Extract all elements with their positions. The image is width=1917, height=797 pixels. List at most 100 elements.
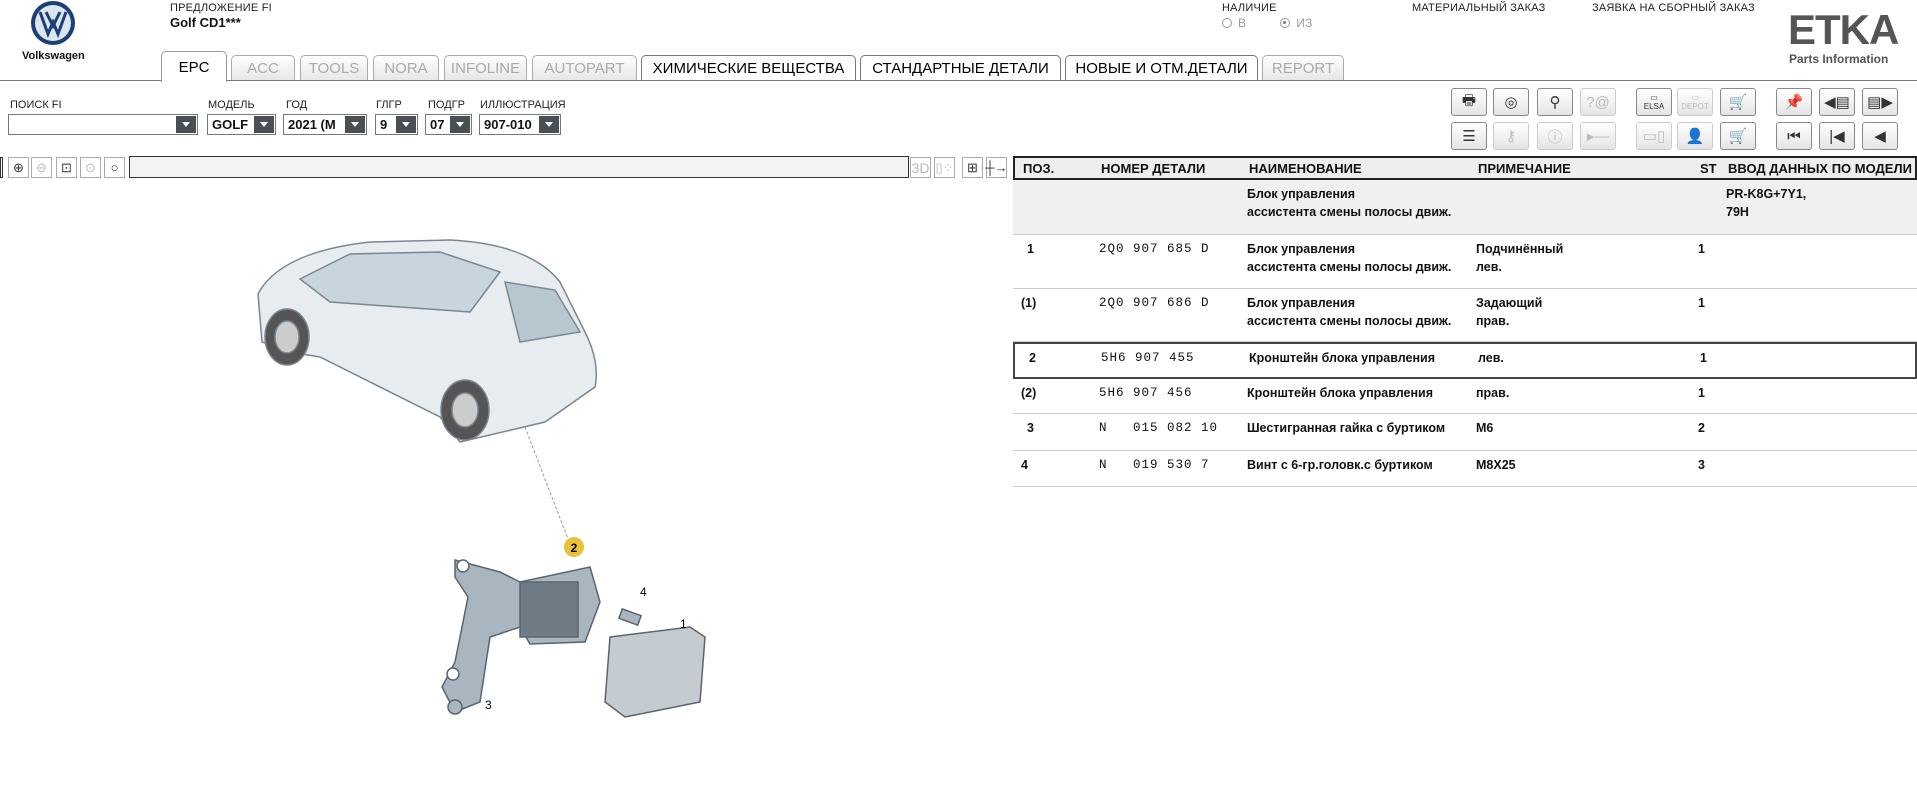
zoom-fit-button[interactable]: ○ [104, 157, 125, 178]
leader-line [524, 426, 569, 540]
cart-transfer-button[interactable]: 🛒 [1720, 88, 1756, 116]
key-button[interactable]: ⚷ [1493, 122, 1529, 150]
zoom-out-button[interactable]: ⊖ [31, 157, 52, 178]
table-row[interactable]: 3 N 015 082 10 Шестигранная гайка с буртик… [1013, 414, 1917, 451]
main-group-select[interactable]: 9 [375, 114, 418, 135]
callout-2[interactable]: 2 [571, 541, 578, 555]
chevron-down-icon[interactable] [176, 116, 196, 133]
part-number[interactable]: 5H6 907 455 [1101, 349, 1195, 367]
user-doc-button[interactable]: 👤 [1677, 122, 1713, 150]
back-button[interactable]: ◀ [1862, 122, 1898, 150]
tab-nora[interactable]: NORA [373, 55, 439, 81]
part-number[interactable]: 2Q0 907 685 D [1099, 240, 1210, 258]
header-note[interactable]: ПРИМЕЧАНИЕ [1478, 161, 1571, 176]
pin-icon: 📌 [1784, 94, 1804, 111]
table-row[interactable]: 4 N 019 530 7 Винт с 6-гр.головк.с буртико… [1013, 451, 1917, 487]
tab-acc[interactable]: ACC [231, 55, 295, 81]
name-line: Винт с 6-гр.головк.с буртиком [1247, 458, 1433, 472]
zoom-in-button[interactable]: ⊕ [8, 157, 29, 178]
cart-icon: 🛒 [1728, 128, 1748, 145]
part-name: Блок управления ассистента смены полосы д… [1247, 294, 1451, 330]
part-number[interactable]: N 019 530 7 [1099, 456, 1210, 474]
chevron-down-icon[interactable] [450, 116, 470, 133]
user-doc-icon: 👤 [1685, 128, 1705, 145]
header-model-data[interactable]: ВВОД ДАННЫХ ПО МОДЕЛИ [1728, 161, 1912, 176]
chevron-down-icon[interactable] [254, 116, 274, 133]
note-line: прав. [1476, 386, 1510, 400]
tab-new-parts[interactable]: НОВЫЕ И ОТМ.ДЕТАЛИ [1065, 55, 1258, 81]
tab-tools[interactable]: TOOLS [300, 55, 368, 81]
layout-button[interactable]: ⊞ [962, 157, 983, 178]
assembly-order-link[interactable]: ЗАЯВКА НА СБОРНЫЙ ЗАКАЗ [1592, 2, 1755, 14]
pin-button[interactable]: 📌 [1776, 88, 1812, 116]
name-line: Кронштейн блока управления [1247, 386, 1434, 400]
year-select[interactable]: 2021 (M [283, 114, 367, 135]
viewer-search-input[interactable] [129, 156, 909, 178]
illustration-label: ИЛЛЮСТРАЦИЯ [480, 99, 566, 111]
material-order-link[interactable]: МАТЕРИАЛЬНЫЙ ЗАКАЗ [1412, 2, 1545, 14]
tyre-button[interactable]: ◎ [1493, 88, 1529, 116]
print-button[interactable]: 🖶 [1451, 88, 1487, 116]
table-info-row[interactable]: Блок управления ассистента смены полосы д… [1013, 180, 1917, 235]
tyre-icon: ◎ [1504, 94, 1518, 111]
select-value: GOLF [212, 117, 249, 132]
select-value: 2021 (M [288, 117, 336, 132]
table-row[interactable]: (1) 2Q0 907 686 D Блок управления ассистент… [1013, 289, 1917, 342]
parts-illustration[interactable]: 2 1 3 4 [0, 182, 1010, 797]
prev-page-button[interactable]: ◀▤ [1819, 88, 1855, 116]
callout-4[interactable]: 4 [640, 585, 647, 599]
tab-infoline[interactable]: INFOLINE [444, 55, 527, 81]
depot-button[interactable]: ▭ DEPOT [1677, 88, 1713, 116]
radio-label: В [1238, 16, 1247, 30]
header-st[interactable]: ST [1700, 161, 1717, 176]
model-select[interactable]: GOLF [207, 114, 276, 135]
monitor-icon: ▭ [1650, 93, 1658, 102]
export-grid-icon: ▯⁘ [935, 159, 954, 175]
table-row[interactable]: 2 5H6 907 455 Кронштейн блока управления ле… [1013, 342, 1917, 379]
callout-1[interactable]: 1 [680, 617, 687, 631]
offer-value: Golf CD1*** [170, 15, 241, 30]
table-row[interactable]: 1 2Q0 907 685 D Блок управления ассистента … [1013, 235, 1917, 289]
chevron-down-icon[interactable] [345, 116, 365, 133]
tab-epc[interactable]: EPC [161, 51, 227, 82]
availability-radio-out[interactable]: ИЗ [1280, 16, 1312, 30]
chevron-down-icon[interactable] [539, 116, 559, 133]
cart-button[interactable]: 🛒 [1720, 122, 1756, 150]
part-number[interactable]: 5H6 907 456 [1099, 384, 1193, 402]
table-row[interactable]: (2) 5H6 907 456 Кронштейн блока управления… [1013, 379, 1917, 414]
chevron-down-icon[interactable] [396, 116, 416, 133]
callout-3[interactable]: 3 [485, 698, 492, 712]
viewer-handle[interactable] [0, 157, 3, 178]
name-line: Шестигранная гайка с буртиком [1247, 421, 1446, 435]
terminal-button[interactable]: ▭▯ [1636, 122, 1672, 150]
first-button[interactable]: ⏮ [1776, 122, 1812, 150]
split-button[interactable]: ┼→ [985, 157, 1008, 178]
3d-button[interactable]: 3D [910, 157, 931, 178]
list-button[interactable]: ☰ [1451, 122, 1487, 150]
previous-button[interactable]: |◀ [1819, 122, 1855, 150]
tab-chemicals[interactable]: ХИМИЧЕСКИЕ ВЕЩЕСТВА [641, 55, 856, 81]
sub-group-select[interactable]: 07 [425, 114, 472, 135]
quantity: 2 [1698, 421, 1705, 435]
availability-radio-in[interactable]: В [1222, 16, 1246, 30]
export-button[interactable]: ▯⁘ [934, 157, 955, 178]
elsa-button[interactable]: ▭ ELSA [1636, 88, 1672, 116]
zoom-area-button[interactable]: ⊡ [56, 157, 77, 178]
part-number[interactable]: 2Q0 907 686 D [1099, 294, 1210, 312]
tab-report[interactable]: REPORT [1262, 55, 1344, 81]
collapse-button[interactable]: ▸— [1580, 122, 1616, 150]
zoom-100-button[interactable]: ⊙ [80, 157, 101, 178]
next-page-button[interactable]: ▤▶ [1862, 88, 1898, 116]
part-number[interactable]: N 015 082 10 [1099, 419, 1218, 437]
header-part-number[interactable]: НОМЕР ДЕТАЛИ [1101, 161, 1205, 176]
tab-autopart[interactable]: AUTOPART [532, 55, 637, 81]
search-parts-button[interactable]: ⚲ [1537, 88, 1573, 116]
search-fi-select[interactable] [8, 114, 198, 135]
part-name: Блок управления ассистента смены полосы д… [1247, 240, 1451, 276]
illustration-select[interactable]: 907-010 [479, 114, 561, 135]
help-email-button[interactable]: ?@ [1580, 88, 1616, 116]
header-pos[interactable]: ПОЗ. [1023, 161, 1054, 176]
info-button[interactable]: ⓘ [1537, 122, 1573, 150]
header-name[interactable]: НАИМЕНОВАНИЕ [1249, 161, 1362, 176]
tab-standard-parts[interactable]: СТАНДАРТНЫЕ ДЕТАЛИ [860, 55, 1061, 81]
